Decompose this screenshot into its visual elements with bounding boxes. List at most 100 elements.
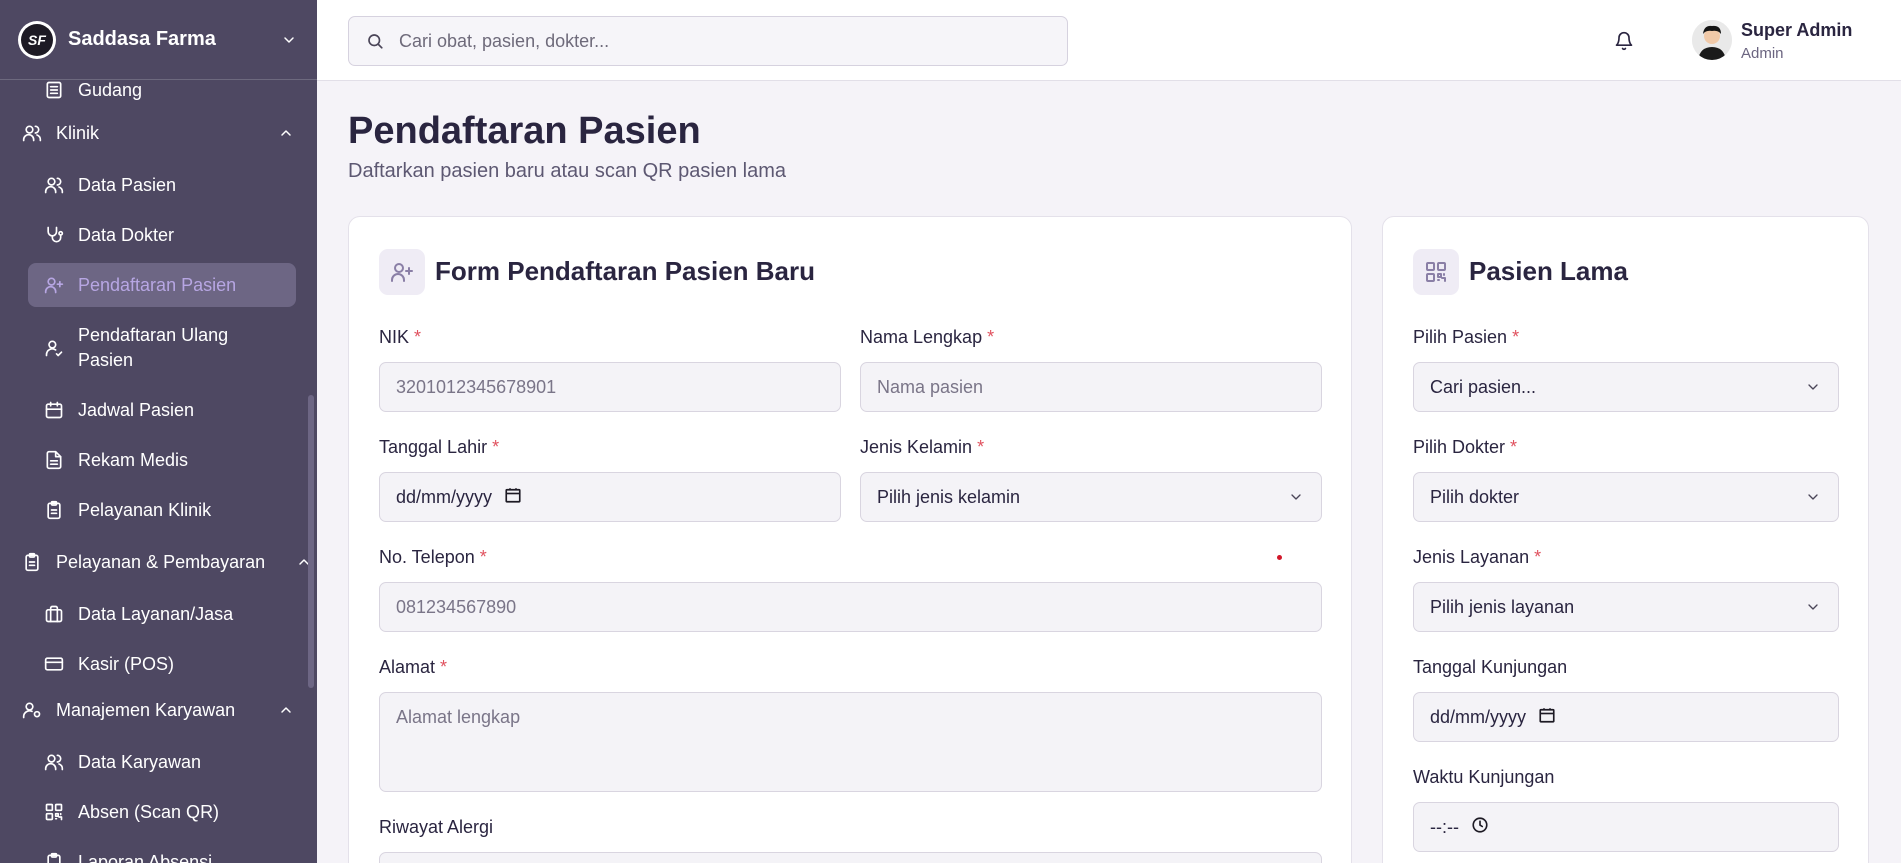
sidebar-item-laporan-absensi[interactable]: Laporan Absensi <box>28 840 296 863</box>
briefcase-icon <box>44 604 64 624</box>
sidebar-item-label: Data Layanan/Jasa <box>78 603 234 624</box>
dokter-select[interactable]: Pilih dokter <box>1413 472 1839 522</box>
jk-select[interactable]: Pilih jenis kelamin <box>860 472 1322 522</box>
nama-input[interactable] <box>877 376 1305 398</box>
layanan-label: Jenis Layanan * <box>1413 547 1541 568</box>
nik-field[interactable] <box>379 362 841 412</box>
tgl-kunjungan-field[interactable]: dd/mm/yyyy <box>1413 692 1839 742</box>
users-icon <box>44 175 64 195</box>
nik-input[interactable] <box>396 376 824 398</box>
sidebar-item-gudang[interactable]: Gudang <box>28 68 296 112</box>
search-icon <box>365 31 385 51</box>
chevron-up-icon <box>276 123 296 143</box>
sidebar-item-label: Pendaftaran Ulang Pasien <box>78 325 229 370</box>
label-text: Jenis Layanan <box>1413 547 1530 567</box>
search-input[interactable] <box>399 30 1039 52</box>
label-text: Jenis Kelamin <box>860 437 973 457</box>
alamat-textarea[interactable] <box>396 707 1305 779</box>
chevron-down-icon <box>1287 488 1305 506</box>
layanan-select[interactable]: Pilih jenis layanan <box>1413 582 1839 632</box>
chevron-down-icon[interactable] <box>279 30 299 50</box>
required-mark: * <box>414 327 422 347</box>
telp-field[interactable] <box>379 582 1322 632</box>
time-input[interactable]: --:-- <box>1430 816 1489 839</box>
label-text: NIK <box>379 327 410 347</box>
label-text: No. Telepon <box>379 547 475 567</box>
chevron-down-icon <box>1804 488 1822 506</box>
qr-code-icon <box>1413 249 1459 295</box>
clock-icon[interactable] <box>1471 816 1489 839</box>
date-input[interactable]: dd/mm/yyyy <box>396 486 522 509</box>
nama-label: Nama Lengkap * <box>860 327 994 348</box>
alamat-field[interactable] <box>379 692 1322 792</box>
nik-label: NIK * <box>379 327 421 348</box>
dokter-label: Pilih Dokter * <box>1413 437 1517 458</box>
brand-logo: SF <box>18 20 56 59</box>
sidebar-item-pelayanan-klinik[interactable]: Pelayanan Klinik <box>28 488 296 532</box>
sidebar-item-label: Pelayanan Klinik <box>78 499 212 520</box>
tgl-lahir-label: Tanggal Lahir * <box>379 437 499 458</box>
search-box[interactable] <box>348 16 1068 66</box>
required-mark: * <box>440 657 448 677</box>
page-subtitle: Daftarkan pasien baru atau scan QR pasie… <box>348 160 787 182</box>
sidebar-section-manajemen-karyawan[interactable]: Manajemen Karyawan <box>0 688 310 732</box>
sidebar-item-data-layanan[interactable]: Data Layanan/Jasa <box>28 592 296 636</box>
calendar-icon[interactable] <box>504 486 522 509</box>
select-value: Pilih jenis kelamin <box>877 486 1021 507</box>
sidebar: SF Saddasa Farma Gudang Klinik Data Pasi… <box>0 0 317 863</box>
sidebar-item-jadwal-pasien[interactable]: Jadwal Pasien <box>28 388 296 432</box>
bell-icon[interactable] <box>1613 30 1635 52</box>
sidebar-item-label: Absen (Scan QR) <box>78 801 220 822</box>
select-value: Pilih jenis layanan <box>1430 596 1575 617</box>
sidebar-item-data-karyawan[interactable]: Data Karyawan <box>28 740 296 784</box>
file-text-icon <box>44 450 64 470</box>
sidebar-section-label: Pelayanan & Pembayaran <box>56 551 266 572</box>
alergi-field[interactable] <box>379 852 1322 863</box>
card-title: Form Pendaftaran Pasien Baru <box>435 256 815 286</box>
topbar: Super Admin Admin <box>317 0 1901 81</box>
pasien-label: Pilih Pasien * <box>1413 327 1519 348</box>
sidebar-item-label: Data Karyawan <box>78 751 202 772</box>
label-text: Riwayat Alergi <box>379 817 494 837</box>
brand-name: Saddasa Farma <box>68 28 216 50</box>
chevron-up-icon <box>276 700 296 720</box>
select-value: Pilih dokter <box>1430 486 1520 507</box>
required-mark: * <box>977 437 985 457</box>
waktu-kunjungan-label: Waktu Kunjungan <box>1413 767 1555 787</box>
credit-card-icon <box>44 654 64 674</box>
telp-input[interactable] <box>396 596 1305 618</box>
sidebar-item-data-dokter[interactable]: Data Dokter <box>28 213 296 257</box>
avatar[interactable] <box>1692 20 1732 60</box>
chevron-down-icon <box>1804 378 1822 396</box>
sidebar-item-pendaftaran-ulang[interactable]: Pendaftaran Ulang Pasien <box>28 320 296 376</box>
label-text: Pilih Dokter <box>1413 437 1506 457</box>
sidebar-item-data-pasien[interactable]: Data Pasien <box>28 163 296 207</box>
date-input[interactable]: dd/mm/yyyy <box>1430 706 1556 729</box>
sidebar-scrollbar[interactable] <box>308 395 314 688</box>
calendar-icon[interactable] <box>1538 706 1556 729</box>
sidebar-section-klinik[interactable]: Klinik <box>0 111 310 155</box>
nama-field[interactable] <box>860 362 1322 412</box>
sidebar-item-label: Jadwal Pasien <box>78 399 195 420</box>
waktu-kunjungan-field[interactable]: --:-- <box>1413 802 1839 852</box>
sidebar-item-pendaftaran-pasien[interactable]: Pendaftaran Pasien <box>28 263 296 307</box>
date-value: dd/mm/yyyy <box>1430 706 1527 727</box>
sidebar-item-kasir[interactable]: Kasir (POS) <box>28 642 296 686</box>
stethoscope-icon <box>44 225 64 245</box>
pasien-select[interactable]: Cari pasien... <box>1413 362 1839 412</box>
sidebar-item-label: Kasir (POS) <box>78 653 175 674</box>
page-title: Pendaftaran Pasien <box>348 110 701 152</box>
sidebar-section-pelayanan-pembayaran[interactable]: Pelayanan & Pembayaran <box>0 540 310 584</box>
telp-label: No. Telepon * <box>379 547 487 568</box>
tgl-kunjungan-label: Tanggal Kunjungan <box>1413 657 1568 677</box>
user-cog-icon <box>22 700 42 720</box>
sidebar-section-label: Manajemen Karyawan <box>56 699 236 720</box>
sidebar-item-label: Data Pasien <box>78 174 177 195</box>
sidebar-item-rekam-medis[interactable]: Rekam Medis <box>28 438 296 482</box>
sidebar-item-absen[interactable]: Absen (Scan QR) <box>28 790 296 834</box>
tgl-lahir-field[interactable]: dd/mm/yyyy <box>379 472 841 522</box>
alamat-label: Alamat * <box>379 657 447 678</box>
required-mark: * <box>479 547 487 567</box>
required-mark: * <box>1510 437 1518 457</box>
user-plus-icon <box>44 275 64 295</box>
